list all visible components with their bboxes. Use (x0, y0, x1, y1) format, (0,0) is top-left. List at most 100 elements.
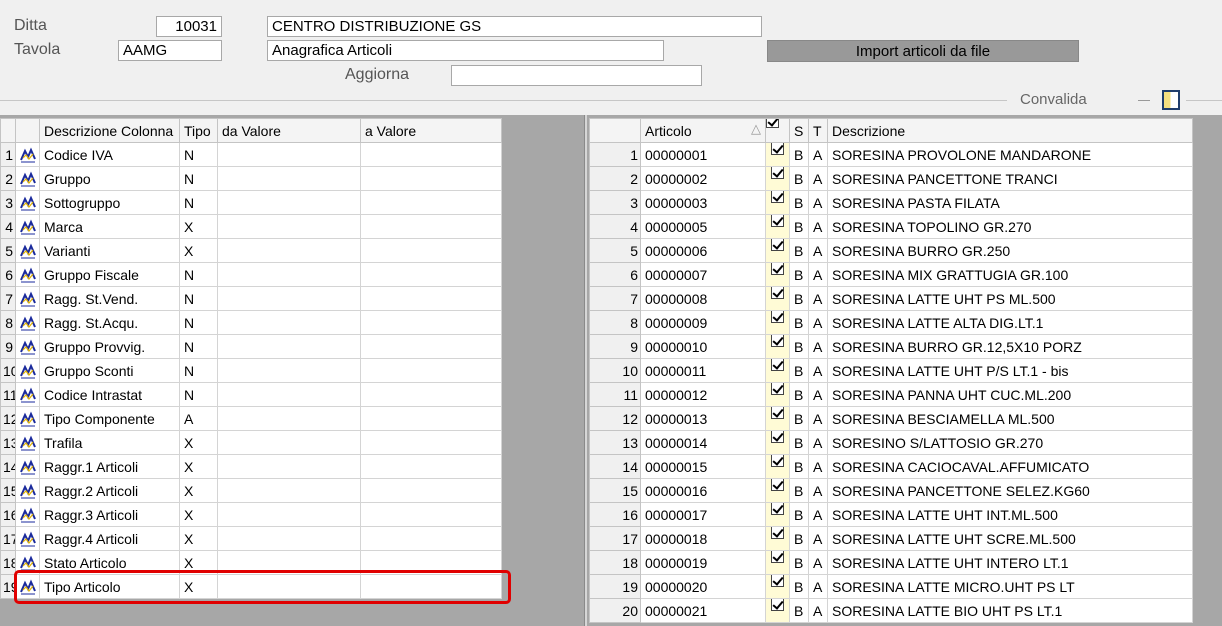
row-checkbox[interactable] (765, 334, 790, 359)
row-checkbox[interactable] (765, 406, 790, 431)
t-cell[interactable]: A (808, 262, 828, 287)
articolo-cell[interactable]: 00000002 (640, 166, 766, 191)
table-row[interactable]: 7 00000008 B A SORESINA LATTE UHT PS ML.500 (589, 286, 1193, 311)
descrizione-cell[interactable]: SORESINA MIX GRATTUGIA GR.100 (827, 262, 1193, 287)
row-checkbox[interactable] (765, 430, 790, 455)
table-row[interactable]: 14 Raggr.1 ArticoliX (0, 454, 502, 479)
row-checkbox[interactable] (765, 142, 790, 167)
checkbox-icon[interactable] (771, 191, 784, 203)
row-checkbox[interactable] (765, 526, 790, 551)
da-valore-cell[interactable] (217, 334, 361, 359)
descrizione-cell[interactable]: Tipo Componente (39, 406, 180, 431)
articolo-cell[interactable]: 00000011 (640, 358, 766, 383)
articolo-cell[interactable]: 00000021 (640, 598, 766, 623)
checkbox-icon[interactable] (771, 359, 784, 371)
row-checkbox[interactable] (765, 262, 790, 287)
table-row[interactable]: 10 Gruppo ScontiN (0, 358, 502, 383)
tipo-cell[interactable]: X (179, 214, 218, 239)
table-row[interactable]: 16 Raggr.3 ArticoliX (0, 502, 502, 527)
t-header[interactable]: T (808, 118, 828, 143)
table-row[interactable]: 5 Varianti X (0, 238, 502, 263)
descrizione-cell[interactable]: SORESINO S/LATTOSIO GR.270 (827, 430, 1193, 455)
chart-icon[interactable] (15, 526, 40, 551)
descrizione-cell[interactable]: SORESINA LATTE UHT PS ML.500 (827, 286, 1193, 311)
t-cell[interactable]: A (808, 502, 828, 527)
t-cell[interactable]: A (808, 166, 828, 191)
t-cell[interactable]: A (808, 574, 828, 599)
t-cell[interactable]: A (808, 238, 828, 263)
s-cell[interactable]: B (789, 574, 809, 599)
a-valore-cell[interactable] (360, 190, 502, 215)
tipo-header[interactable]: Tipo (179, 118, 218, 143)
row-checkbox[interactable] (765, 286, 790, 311)
s-cell[interactable]: B (789, 310, 809, 335)
s-cell[interactable]: B (789, 142, 809, 167)
s-cell[interactable]: B (789, 286, 809, 311)
table-row[interactable]: 9 Gruppo Provvig. N (0, 334, 502, 359)
chart-icon[interactable] (15, 454, 40, 479)
articolo-cell[interactable]: 00000017 (640, 502, 766, 527)
import-articoli-button[interactable]: Import articoli da file (767, 40, 1079, 62)
checkbox-icon[interactable] (771, 383, 784, 395)
articolo-cell[interactable]: 00000005 (640, 214, 766, 239)
tipo-cell[interactable]: N (179, 142, 218, 167)
descrizione-cell[interactable]: Codice Intrastat (39, 382, 180, 407)
a-valore-cell[interactable] (360, 310, 502, 335)
t-cell[interactable]: A (808, 142, 828, 167)
checkbox-icon[interactable] (771, 527, 784, 539)
checkbox-icon[interactable] (771, 239, 784, 251)
checkbox-icon[interactable] (771, 143, 784, 155)
tipo-cell[interactable]: N (179, 262, 218, 287)
articolo-cell[interactable]: 00000009 (640, 310, 766, 335)
table-row[interactable]: 9 00000010 B A SORESINA BURRO GR.12,5X10 POR… (589, 334, 1193, 359)
checkbox-icon[interactable] (771, 503, 784, 515)
da-valore-cell[interactable] (217, 238, 361, 263)
descrizione-cell[interactable]: Raggr.2 Articoli (39, 478, 180, 503)
row-checkbox[interactable] (765, 454, 790, 479)
descrizione-cell[interactable]: Gruppo Sconti (39, 358, 180, 383)
chart-icon[interactable] (15, 310, 40, 335)
row-checkbox[interactable] (765, 574, 790, 599)
table-row[interactable]: 13 TrafilaX (0, 430, 502, 455)
descrizione-cell[interactable]: Raggr.3 Articoli (39, 502, 180, 527)
t-cell[interactable]: A (808, 214, 828, 239)
checkbox-icon[interactable] (766, 119, 779, 128)
descrizione-cell[interactable]: Sottogruppo (39, 190, 180, 215)
ditta-name-field[interactable]: CENTRO DISTRIBUZIONE GS (267, 16, 762, 37)
da-valore-cell[interactable] (217, 382, 361, 407)
table-row[interactable]: 6 Gruppo Fiscale N (0, 262, 502, 287)
descrizione-cell[interactable]: SORESINA LATTE UHT P/S LT.1 - bis (827, 358, 1193, 383)
table-row[interactable]: 12 00000013 B A SORESINA BESCIAMELLA ML.500 (589, 406, 1193, 431)
tipo-cell[interactable]: N (179, 190, 218, 215)
row-checkbox[interactable] (765, 382, 790, 407)
articolo-cell[interactable]: 00000003 (640, 190, 766, 215)
articolo-cell[interactable]: 00000016 (640, 478, 766, 503)
da-valore-cell[interactable] (217, 214, 361, 239)
row-checkbox[interactable] (765, 310, 790, 335)
chart-icon[interactable] (15, 214, 40, 239)
aggiorna-field[interactable] (451, 65, 702, 86)
descrizione-header[interactable]: Descrizione (827, 118, 1193, 143)
checkbox-icon[interactable] (771, 311, 784, 323)
da-valore-cell[interactable] (217, 286, 361, 311)
descrizione-cell[interactable]: SORESINA BURRO GR.250 (827, 238, 1193, 263)
table-row[interactable]: 12 Tipo ComponenteA (0, 406, 502, 431)
row-checkbox[interactable] (765, 502, 790, 527)
a-valore-cell[interactable] (360, 526, 502, 551)
articolo-cell[interactable]: 00000007 (640, 262, 766, 287)
table-row[interactable]: 5 00000006 B A SORESINA BURRO GR.250 (589, 238, 1193, 263)
t-cell[interactable]: A (808, 382, 828, 407)
articolo-cell[interactable]: 00000010 (640, 334, 766, 359)
table-row[interactable]: 18 00000019 B A SORESINA LATTE UHT INTERO LT… (589, 550, 1193, 575)
a-valore-cell[interactable] (360, 142, 502, 167)
descrizione-cell[interactable]: SORESINA LATTE UHT INTERO LT.1 (827, 550, 1193, 575)
s-cell[interactable]: B (789, 190, 809, 215)
a-valore-cell[interactable] (360, 382, 502, 407)
a-valore-cell[interactable] (360, 238, 502, 263)
sort-ascending-icon[interactable]: △ (751, 121, 761, 137)
articolo-cell[interactable]: 00000001 (640, 142, 766, 167)
articolo-cell[interactable]: 00000006 (640, 238, 766, 263)
descrizione-cell[interactable]: Marca (39, 214, 180, 239)
a-valore-cell[interactable] (360, 358, 502, 383)
s-cell[interactable]: B (789, 382, 809, 407)
